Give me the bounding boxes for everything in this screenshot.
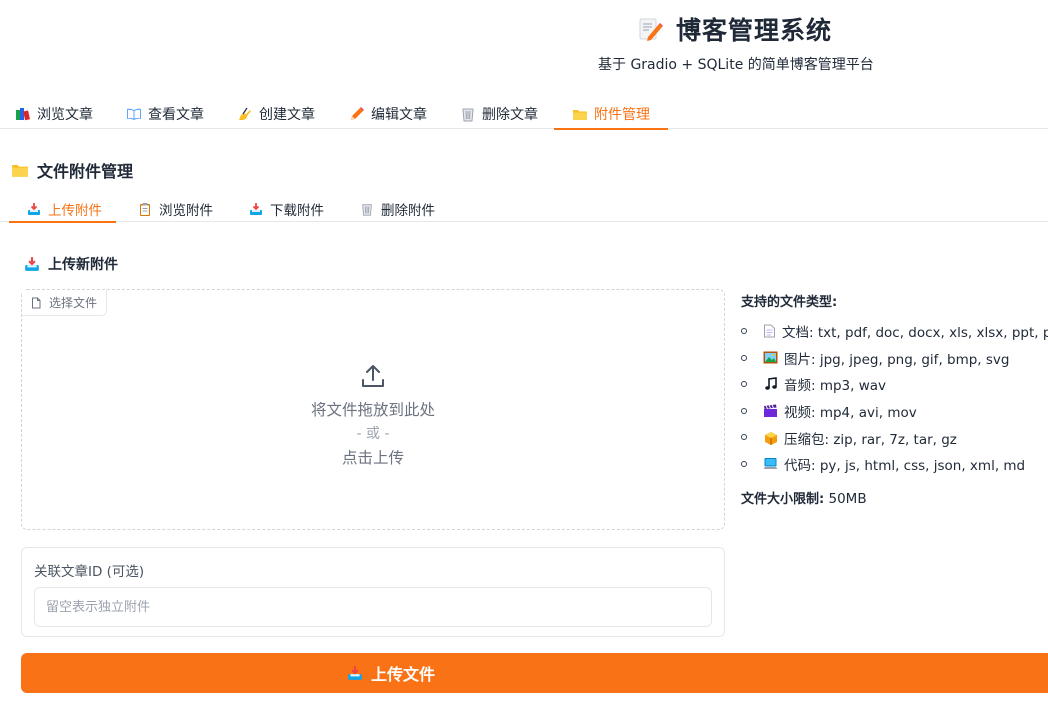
type-text: 压缩包: zip, rar, 7z, tar, gz <box>784 431 957 448</box>
clapper-board-icon <box>763 404 778 419</box>
clipboard-icon <box>138 202 152 216</box>
upload-icon <box>359 362 387 390</box>
wastebasket-icon <box>360 202 374 216</box>
main-tab-bar: 浏览文章 查看文章 创建文章 编辑文章 删除文章 附件管理 <box>0 98 1048 130</box>
bullet-icon <box>741 328 747 334</box>
upload-file-button[interactable]: 上传文件 <box>21 653 1048 693</box>
tab-edit-article[interactable]: 编辑文章 <box>349 98 427 129</box>
bullet-icon <box>741 460 747 467</box>
open-book-icon <box>126 106 142 122</box>
sub-tab-label: 下载附件 <box>270 202 324 219</box>
supported-types-title: 支持的文件类型: <box>741 295 838 310</box>
bullet-icon <box>741 434 747 441</box>
upload-button-label: 上传文件 <box>370 665 435 684</box>
type-text: 图片: jpg, jpeg, png, gif, bmp, svg <box>784 351 1010 368</box>
package-icon <box>763 430 778 445</box>
tab-view-article[interactable]: 查看文章 <box>126 98 204 129</box>
bullet-icon <box>741 407 747 414</box>
sub-tab-label: 上传附件 <box>48 202 102 219</box>
list-item: 视频: mp4, avi, mov <box>741 398 1048 425</box>
inbox-tray-icon <box>249 202 263 216</box>
tab-label: 附件管理 <box>594 106 650 123</box>
click-upload-text[interactable]: 点击上传 <box>342 446 404 470</box>
books-icon <box>15 106 31 122</box>
upload-heading-text: 上传新附件 <box>48 257 118 273</box>
inbox-tray-icon <box>24 256 40 272</box>
tab-browse-articles[interactable]: 浏览文章 <box>15 98 93 129</box>
tab-create-article[interactable]: 创建文章 <box>237 98 315 129</box>
drop-instructions: 将文件拖放到此处 - 或 - 点击上传 <box>22 362 724 470</box>
folder-icon <box>572 106 588 122</box>
tab-label: 删除文章 <box>482 106 538 123</box>
article-id-label: 关联文章ID (可选) <box>34 564 145 580</box>
size-limit: 文件大小限制: 50MB <box>741 488 1048 507</box>
wastebasket-icon <box>460 106 476 122</box>
list-item: 文档: txt, pdf, doc, docx, xls, xlsx, ppt,… <box>741 318 1048 345</box>
type-text: 音频: mp3, wav <box>784 378 887 395</box>
tab-label: 浏览文章 <box>37 106 93 123</box>
inbox-tray-icon <box>27 202 41 216</box>
article-id-input[interactable] <box>34 587 712 627</box>
app-title: 博客管理系统 <box>676 16 833 45</box>
tab-label: 查看文章 <box>148 106 204 123</box>
section-title: 文件附件管理 <box>11 158 133 182</box>
page-icon <box>763 324 776 339</box>
pencil-icon <box>349 106 365 122</box>
memo-icon <box>636 15 664 43</box>
drop-text: 将文件拖放到此处 <box>310 401 435 419</box>
upload-heading: 上传新附件 <box>24 254 118 274</box>
list-item: 图片: jpg, jpeg, png, gif, bmp, svg <box>741 345 1048 372</box>
size-limit-label: 文件大小限制: <box>741 491 825 507</box>
app-subtitle: 基于 Gradio + SQLite 的简单博客管理平台 <box>598 57 874 73</box>
tab-attachment-management[interactable]: 附件管理 <box>554 98 668 130</box>
tab-upload-attachment[interactable]: 上传附件 <box>9 195 116 223</box>
upload-button-content: 上传文件 <box>347 661 435 685</box>
sub-tab-bar: 上传附件 浏览附件 下载附件 删除附件 <box>0 195 1048 223</box>
writing-hand-icon <box>237 106 253 122</box>
title-row: 博客管理系统 <box>636 11 832 47</box>
list-item: 代码: py, js, html, css, json, xml, md <box>741 451 1048 478</box>
list-item: 音频: mp3, wav <box>741 371 1048 398</box>
supported-types-panel: 支持的文件类型: 文档: txt, pdf, doc, docx, xls, x… <box>741 291 1048 507</box>
type-text: 文档: txt, pdf, doc, docx, xls, xlsx, ppt,… <box>782 325 1048 342</box>
bullet-icon <box>741 381 747 388</box>
sub-tab-label: 浏览附件 <box>159 202 213 219</box>
section-title-text: 文件附件管理 <box>37 162 134 181</box>
or-text: - 或 - <box>356 426 390 442</box>
tab-download-attachment[interactable]: 下载附件 <box>249 195 324 222</box>
tab-browse-attachments[interactable]: 浏览附件 <box>138 195 213 222</box>
file-dropzone[interactable]: 选择文件 将文件拖放到此处 - 或 - 点击上传 <box>21 289 725 530</box>
tab-label: 编辑文章 <box>371 106 427 123</box>
framed-picture-icon <box>763 350 778 365</box>
list-item: 压缩包: zip, rar, 7z, tar, gz <box>741 424 1048 451</box>
tab-delete-attachment[interactable]: 删除附件 <box>360 195 435 222</box>
file-icon <box>30 297 42 309</box>
article-id-block: 关联文章ID (可选) <box>21 547 725 637</box>
bullet-icon <box>741 354 747 361</box>
file-input-label: 选择文件 <box>22 290 108 316</box>
inbox-tray-icon <box>347 665 363 681</box>
folder-icon <box>11 161 29 179</box>
sub-tab-label: 删除附件 <box>381 202 435 219</box>
computer-icon <box>763 457 778 472</box>
size-limit-value: 50MB <box>828 490 867 507</box>
music-note-icon <box>763 377 778 392</box>
type-text: 代码: py, js, html, css, json, xml, md <box>784 458 1026 475</box>
tab-delete-article[interactable]: 删除文章 <box>460 98 538 129</box>
file-label-text: 选择文件 <box>49 296 98 310</box>
type-text: 视频: mp4, avi, mov <box>784 405 917 422</box>
tab-label: 创建文章 <box>259 106 315 123</box>
supported-types-list: 文档: txt, pdf, doc, docx, xls, xlsx, ppt,… <box>741 318 1048 478</box>
